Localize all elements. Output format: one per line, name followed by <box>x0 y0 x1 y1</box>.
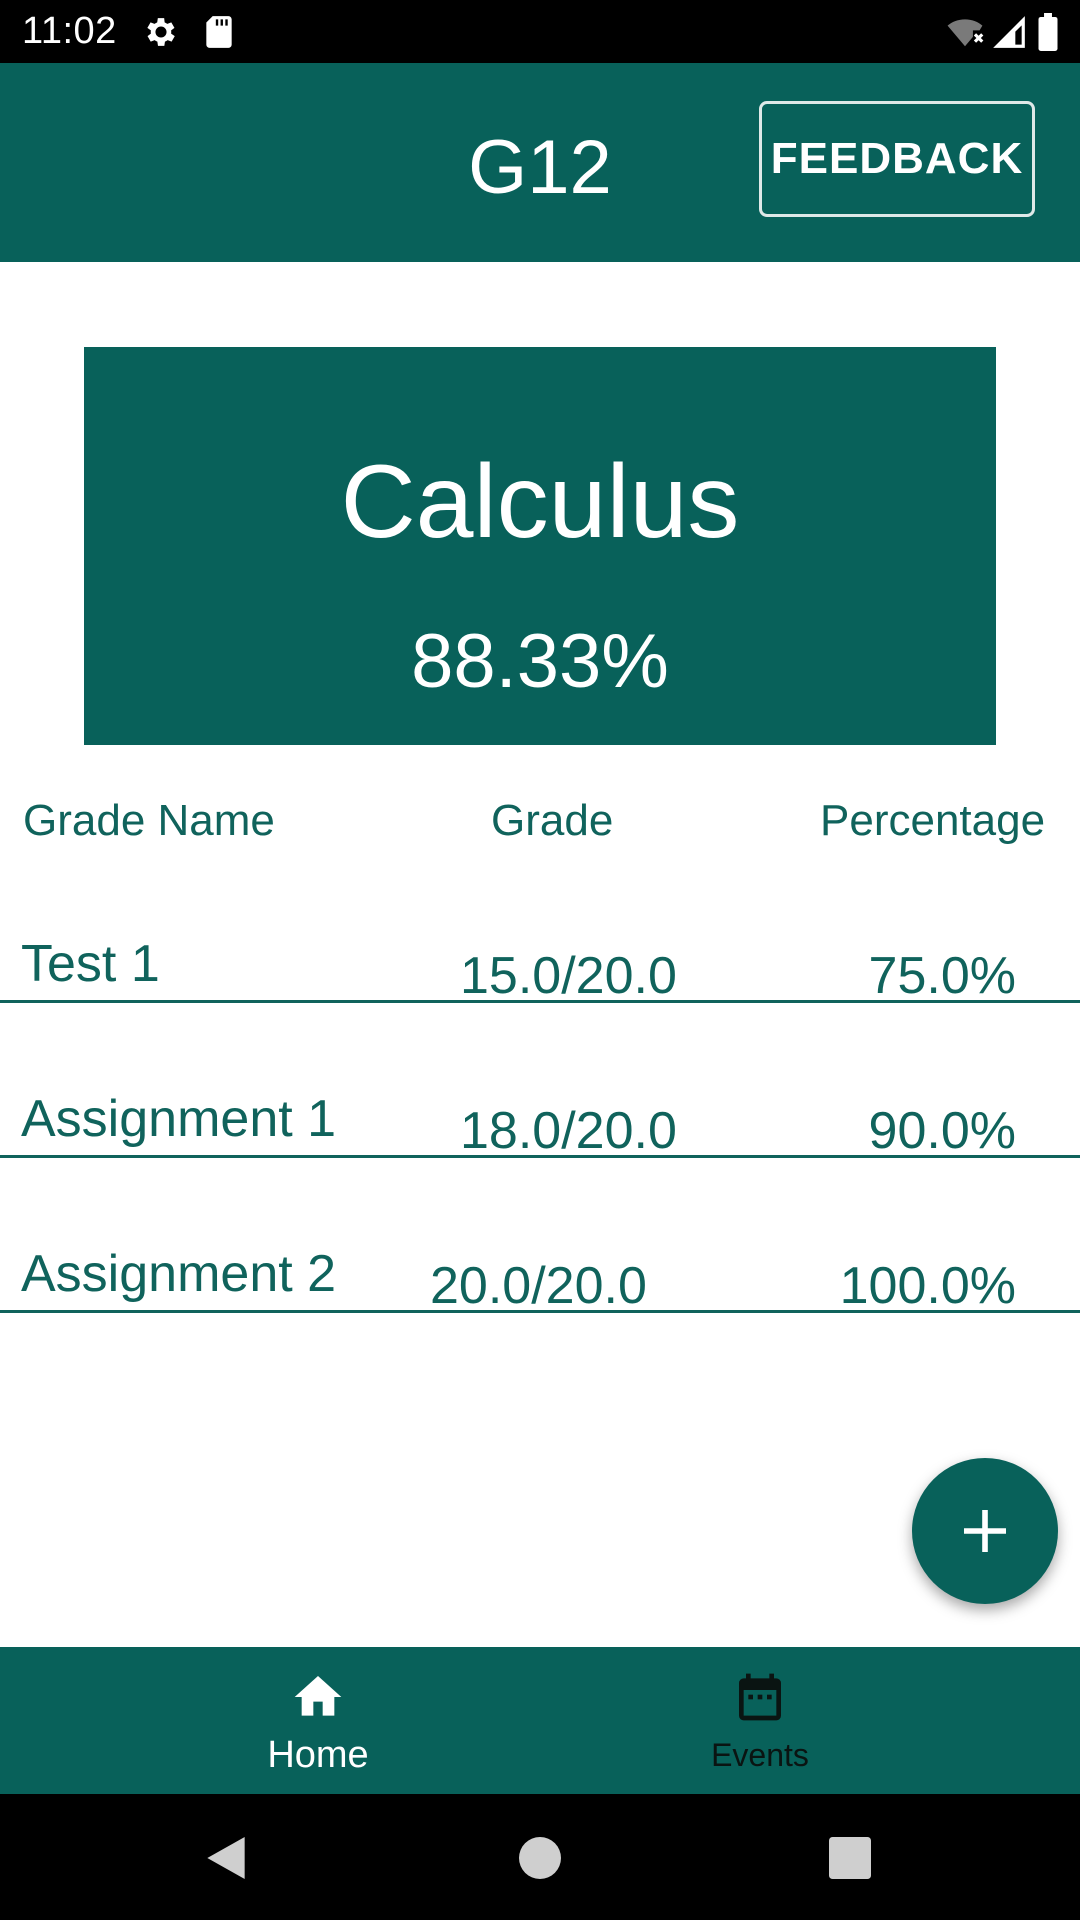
nav-label-home: Home <box>267 1734 369 1776</box>
add-grade-button[interactable] <box>912 1458 1058 1604</box>
settings-gear-icon <box>142 13 180 51</box>
grade-row-grade: 20.0/20.0 <box>430 1257 647 1315</box>
screen: 11:02 G12 FEEDBACK Calculus 88.33% Grade… <box>0 0 1080 1920</box>
grade-row-grade: 15.0/20.0 <box>460 947 677 1005</box>
grade-row[interactable]: Test 1 15.0/20.0 75.0% <box>0 934 1080 1089</box>
back-icon[interactable] <box>198 1830 254 1886</box>
grade-row[interactable]: Assignment 2 20.0/20.0 100.0% <box>0 1244 1080 1399</box>
course-summary-card: Calculus 88.33% <box>84 347 996 745</box>
header-grade-name: Grade Name <box>23 796 275 845</box>
grade-row-name: Assignment 2 <box>21 1245 337 1303</box>
header-grade: Grade <box>491 796 614 845</box>
home-circle-icon[interactable] <box>512 1830 568 1886</box>
battery-icon <box>1036 13 1060 51</box>
home-icon <box>290 1669 346 1725</box>
recents-icon[interactable] <box>822 1830 878 1886</box>
grade-row-percentage: 90.0% <box>868 1102 1016 1160</box>
app-title: G12 <box>468 125 612 210</box>
system-navigation-bar <box>0 1794 1080 1920</box>
nav-label-events: Events <box>711 1737 809 1773</box>
course-name: Calculus <box>340 444 740 560</box>
grade-row-grade: 18.0/20.0 <box>460 1102 677 1160</box>
course-average: 88.33% <box>411 619 669 704</box>
grade-row[interactable]: Assignment 1 18.0/20.0 90.0% <box>0 1089 1080 1244</box>
status-bar: 11:02 <box>0 0 1080 63</box>
status-time: 11:02 <box>22 10 117 52</box>
nav-item-home[interactable]: Home <box>168 1647 468 1794</box>
grade-row-name: Assignment 1 <box>21 1090 337 1148</box>
feedback-button[interactable]: FEEDBACK <box>759 101 1035 217</box>
grade-row-name: Test 1 <box>21 935 160 993</box>
calendar-icon <box>732 1669 788 1725</box>
grade-row-percentage: 75.0% <box>868 947 1016 1005</box>
app-bar: G12 FEEDBACK <box>0 63 1080 262</box>
wifi-no-internet-icon <box>944 13 986 51</box>
sd-card-icon <box>200 13 238 51</box>
row-divider <box>0 1310 1080 1313</box>
header-percentage: Percentage <box>820 796 1046 845</box>
nav-item-events[interactable]: Events <box>610 1647 910 1794</box>
row-divider <box>0 1155 1080 1158</box>
plus-icon <box>964 1510 1006 1552</box>
grade-row-percentage: 100.0% <box>839 1257 1016 1315</box>
cell-signal-icon <box>990 13 1028 51</box>
row-divider <box>0 1000 1080 1003</box>
bottom-navigation: Home Events <box>0 1647 1080 1794</box>
